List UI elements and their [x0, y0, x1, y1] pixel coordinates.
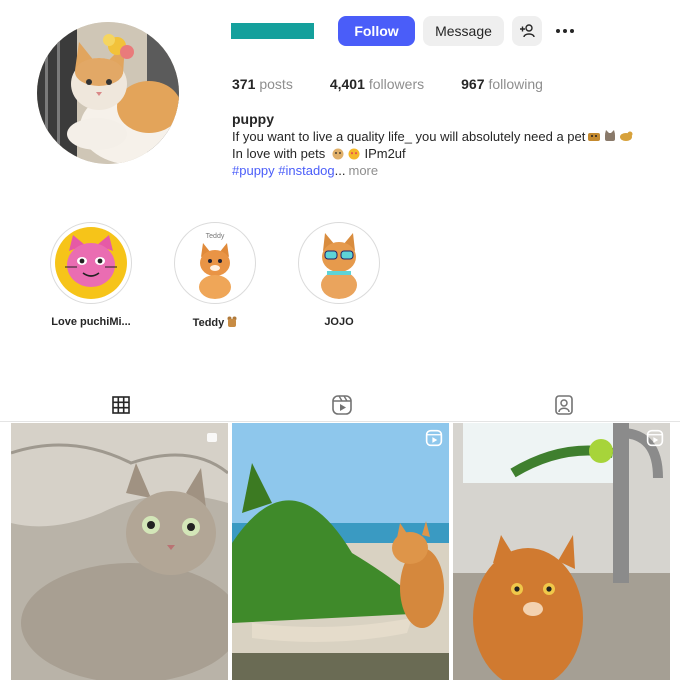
heart-eyes-emoji-icon	[348, 148, 360, 160]
post-image-cat-at-faucet	[453, 423, 670, 680]
bio-link[interactable]: IPm2uf	[364, 146, 405, 161]
highlight-ring	[298, 222, 380, 304]
follow-button[interactable]: Follow	[338, 16, 415, 46]
cat-with-glasses-icon	[303, 227, 375, 299]
teddy-bear-icon	[227, 316, 237, 327]
avatar-cat-image	[37, 22, 179, 164]
highlight-label: Love puchiMi...	[51, 316, 131, 328]
dog-emoji-icon	[588, 133, 601, 141]
highlight-teddy[interactable]: Teddy Teddy	[165, 222, 265, 329]
posts-grid	[11, 423, 670, 680]
tabs-divider	[0, 421, 680, 422]
posts-count: 371 posts	[232, 76, 293, 92]
pink-cat-face-icon	[55, 227, 127, 299]
highlight-cover	[55, 227, 127, 299]
highlight-cover: Teddy	[179, 227, 251, 299]
post-tile[interactable]	[453, 423, 670, 680]
tab-posts[interactable]	[91, 388, 151, 422]
bio-line-3: #puppy #instadog... more	[232, 163, 379, 178]
suggested-users-button[interactable]	[512, 16, 542, 46]
message-button[interactable]: Message	[423, 16, 504, 46]
highlight-label: Teddy	[165, 316, 265, 329]
post-image-tabby-kitten	[11, 423, 228, 680]
following-link[interactable]: 967 following	[461, 76, 543, 92]
hamster-emoji-icon	[332, 148, 344, 160]
profile-display-name: puppy	[232, 111, 274, 127]
cat-emoji-icon	[605, 130, 616, 141]
post-image-cat-and-crocodile	[232, 423, 449, 680]
dog-running-emoji-icon	[620, 131, 633, 141]
reels-icon	[332, 395, 352, 415]
bio-line-2: In love with pets IPm2uf	[232, 146, 406, 161]
username-redacted	[231, 23, 314, 39]
profile-bio: puppy If you want to live a quality life…	[232, 111, 672, 179]
highlight-label: JOJO	[324, 316, 354, 328]
highlight-ring	[50, 222, 132, 304]
highlight-ring: Teddy	[174, 222, 256, 304]
ellipsis-icon	[556, 29, 574, 33]
followers-link[interactable]: 4,401 followers	[330, 76, 424, 92]
profile-avatar[interactable]	[37, 22, 179, 164]
profile-header-row: Follow Message	[231, 16, 580, 46]
highlight-cover-text: Teddy	[206, 233, 225, 240]
tab-tagged[interactable]	[534, 388, 594, 422]
add-person-icon	[520, 24, 535, 38]
tab-reels[interactable]	[312, 388, 372, 422]
post-tile[interactable]	[232, 423, 449, 680]
orange-cat-sticker-icon: Teddy	[179, 227, 251, 299]
highlight-cover	[303, 227, 375, 299]
bio-hashtags[interactable]: #puppy #instadog	[232, 163, 335, 178]
highlight-jojo[interactable]: JOJO	[289, 222, 389, 328]
more-options-button[interactable]	[550, 16, 580, 46]
highlight-love-puchimi[interactable]: Love puchiMi...	[41, 222, 141, 328]
reel-badge-icon	[646, 429, 664, 447]
grid-icon	[112, 395, 130, 414]
tagged-icon	[555, 395, 573, 415]
post-tile[interactable]	[11, 423, 228, 680]
bio-line-1: If you want to live a quality life_ you …	[232, 128, 672, 145]
profile-stats: 371 posts 4,401 followers 967 following	[232, 76, 543, 92]
reel-badge-icon	[425, 429, 443, 447]
bio-more-link[interactable]: more	[349, 163, 379, 178]
